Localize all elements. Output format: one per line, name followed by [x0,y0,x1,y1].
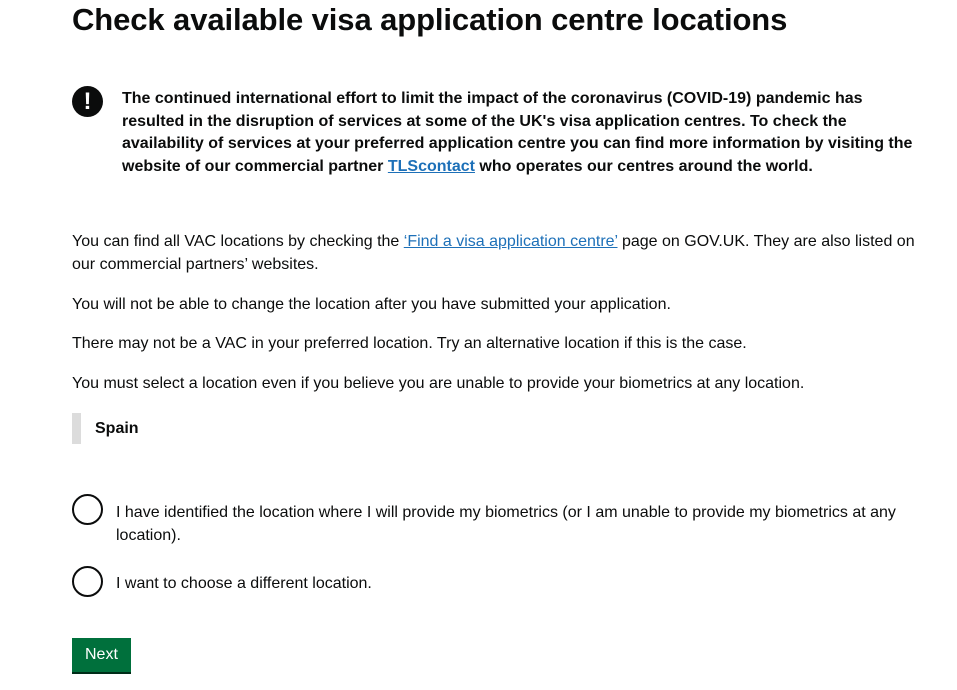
no-change-paragraph: You will not be able to change the locat… [72,296,671,313]
radio-identified-input[interactable] [72,494,103,525]
warning-text-end: who operates our centres around the worl… [474,158,813,176]
radio-different-label[interactable]: I want to choose a different location. [116,572,906,595]
p1-start: You can find all VAC locations by checki… [72,233,404,250]
no-vac-paragraph: There may not be a VAC in your preferred… [72,335,747,352]
warning-text: The continued international effort to li… [122,88,922,179]
page-title: Check available visa application centre … [72,2,788,37]
next-button[interactable]: Next [72,638,131,672]
tlscontact-link[interactable]: TLScontact [388,158,475,175]
exclamation-icon: ! [72,86,103,117]
vac-locations-paragraph: You can find all VAC locations by checki… [72,230,932,276]
must-select-paragraph: You must select a location even if you b… [72,375,805,392]
find-vac-link[interactable]: ‘Find a visa application centre’ [404,233,618,250]
radio-different-input[interactable] [72,566,103,597]
selected-country-inset: Spain [72,413,139,444]
radio-identified-label[interactable]: I have identified the location where I w… [116,501,906,547]
